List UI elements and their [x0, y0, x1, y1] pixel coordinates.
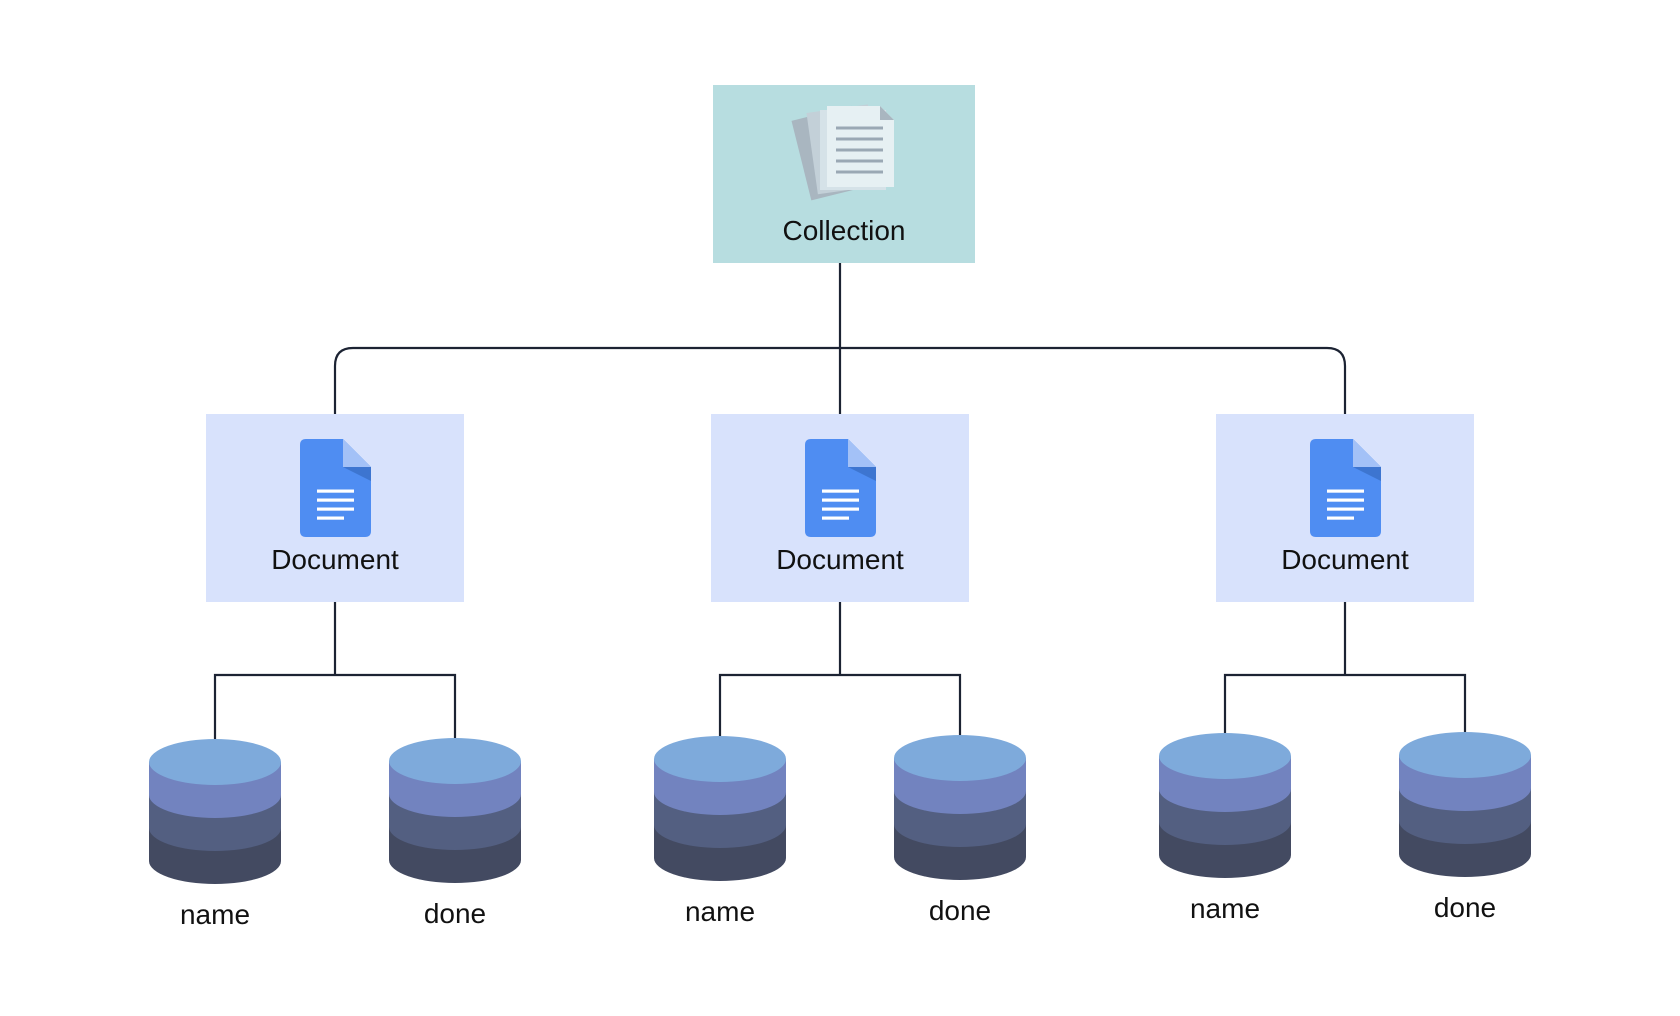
- cylinder-top: [1399, 732, 1531, 778]
- field-node[interactable]: done: [1399, 732, 1531, 923]
- text-line: [1327, 489, 1364, 493]
- text-line: [317, 498, 354, 502]
- database-cylinder-icon: [1399, 732, 1531, 877]
- field-node[interactable]: name: [1159, 733, 1291, 924]
- text-line: [822, 498, 859, 502]
- database-cylinder-icon: [654, 736, 786, 881]
- documents-layer: Document Document Document: [206, 414, 1474, 602]
- field-bus-connector: [718, 673, 962, 736]
- collection-hierarchy-diagram: Collection Document Document Document name…: [149, 85, 1531, 930]
- text-line: [822, 507, 859, 511]
- field-label: name: [1190, 893, 1260, 924]
- database-cylinder-icon: [149, 739, 281, 884]
- document-label: Document: [776, 544, 904, 575]
- field-node[interactable]: done: [894, 735, 1026, 926]
- field-label: name: [180, 899, 250, 930]
- text-line: [1327, 516, 1354, 520]
- text-line: [822, 489, 859, 493]
- text-line: [822, 516, 849, 520]
- collection-label: Collection: [783, 215, 906, 246]
- database-cylinder-icon: [1159, 733, 1291, 878]
- text-line: [317, 516, 344, 520]
- field-label: done: [929, 895, 991, 926]
- cylinder-top: [654, 736, 786, 782]
- text-line: [317, 507, 354, 511]
- document-node[interactable]: Document: [206, 414, 464, 602]
- text-line: [836, 148, 883, 152]
- field-label: done: [1434, 892, 1496, 923]
- text-line: [836, 126, 883, 130]
- database-cylinder-icon: [389, 738, 521, 883]
- database-cylinder-icon: [894, 735, 1026, 880]
- text-line: [836, 170, 883, 174]
- field-node[interactable]: name: [149, 739, 281, 930]
- document-label: Document: [271, 544, 399, 575]
- text-line: [317, 489, 354, 493]
- field-node[interactable]: done: [389, 738, 521, 929]
- fields-layer: name done name done name done: [149, 732, 1531, 930]
- cylinder-top: [389, 738, 521, 784]
- text-line: [1327, 498, 1364, 502]
- field-node[interactable]: name: [654, 736, 786, 927]
- document-node[interactable]: Document: [711, 414, 969, 602]
- field-bus-connector: [1223, 673, 1467, 733]
- cylinder-top: [1159, 733, 1291, 779]
- cylinder-top: [149, 739, 281, 785]
- field-bus-connector: [213, 673, 457, 739]
- collection-node[interactable]: Collection: [713, 85, 975, 263]
- document-label: Document: [1281, 544, 1409, 575]
- field-label: done: [424, 898, 486, 929]
- cylinder-top: [894, 735, 1026, 781]
- text-line: [836, 159, 883, 163]
- text-line: [836, 137, 883, 141]
- document-node[interactable]: Document: [1216, 414, 1474, 602]
- text-line: [1327, 507, 1364, 511]
- field-label: name: [685, 896, 755, 927]
